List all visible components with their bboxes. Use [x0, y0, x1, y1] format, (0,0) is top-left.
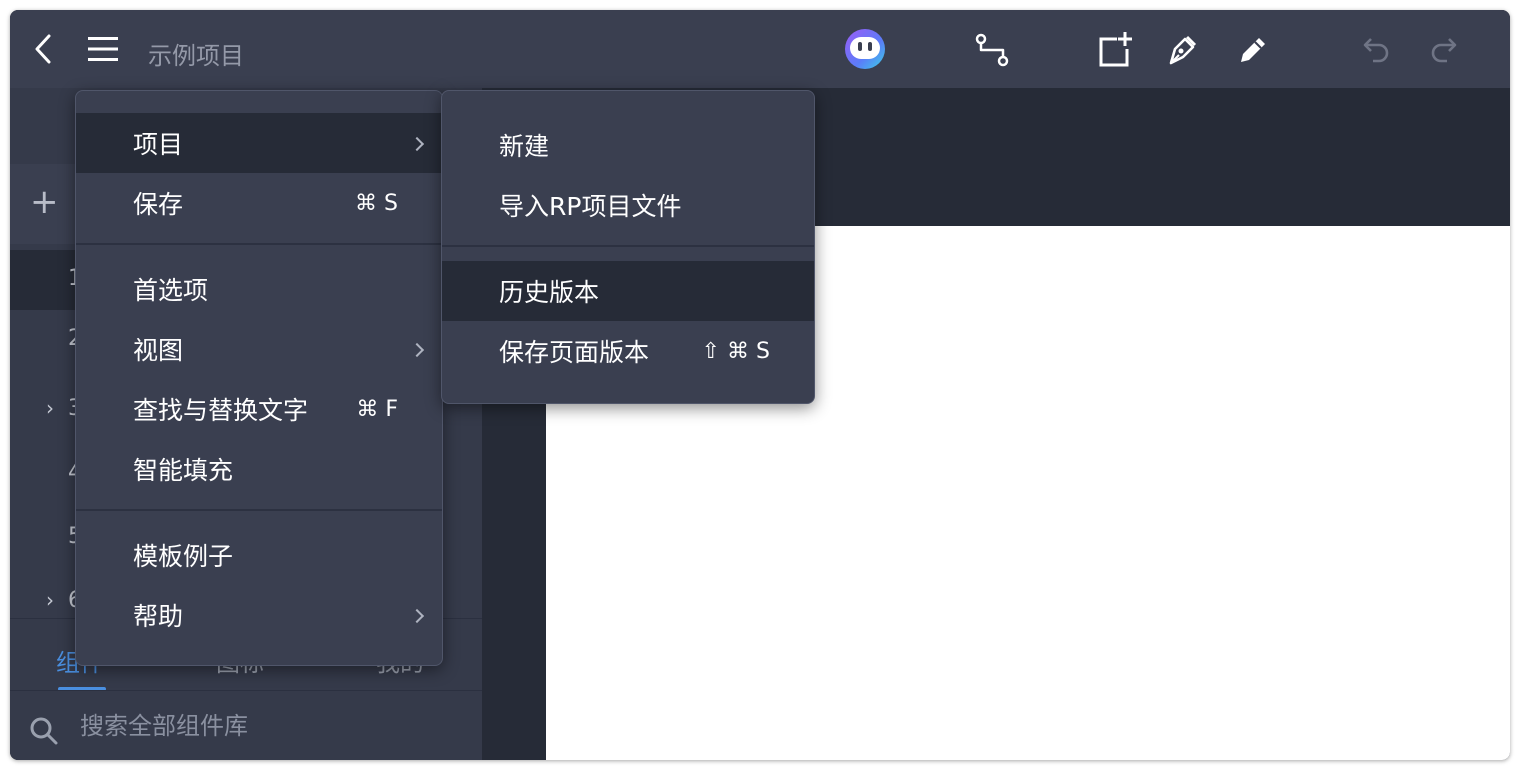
- menu-divider: [76, 243, 442, 245]
- submenu-item-history[interactable]: 历史版本: [442, 261, 814, 321]
- search-input[interactable]: [78, 705, 462, 747]
- menu-divider: [76, 509, 442, 511]
- submenu-item-save-page-version[interactable]: 保存页面版本 ⇧ ⌘ S: [442, 321, 814, 381]
- submenu-item-new[interactable]: 新建: [442, 115, 814, 175]
- main-menu: 项目 保存 ⌘ S 首选项 视图 查找与替换文字 ⌘ F 智能填充 模板例子 帮…: [75, 90, 443, 666]
- menu-item-view[interactable]: 视图: [76, 319, 442, 379]
- menu-item-find-replace[interactable]: 查找与替换文字 ⌘ F: [76, 379, 442, 439]
- top-toolbar: 示例项目: [10, 10, 1510, 88]
- pencil-icon[interactable]: [1236, 32, 1270, 68]
- menu-divider: [442, 245, 814, 247]
- pen-icon[interactable]: [1166, 32, 1200, 68]
- search-icon: [30, 717, 58, 745]
- chevron-right-icon: [409, 608, 425, 624]
- connector-icon[interactable]: [974, 32, 1010, 68]
- app-window: 示例项目 + › › 搜索全部组件库 项目 保存 ⌘ S 首选项 视图 查找与替…: [10, 10, 1510, 760]
- library-search: [10, 690, 482, 760]
- menu-item-smart-fill[interactable]: 智能填充: [76, 439, 442, 499]
- expand-arrow-icon[interactable]: ›: [46, 396, 54, 420]
- menu-icon[interactable]: [86, 32, 120, 66]
- ai-assistant-icon[interactable]: [844, 28, 886, 70]
- menu-item-project[interactable]: 项目: [76, 113, 442, 173]
- menu-item-templates[interactable]: 模板例子: [76, 525, 442, 585]
- project-title[interactable]: 示例项目: [148, 36, 244, 71]
- submenu-item-import-rp[interactable]: 导入RP项目文件: [442, 175, 814, 235]
- add-page-icon[interactable]: [1096, 30, 1134, 68]
- redo-icon[interactable]: [1428, 34, 1460, 64]
- chevron-right-icon: [409, 136, 425, 152]
- project-submenu: 新建 导入RP项目文件 历史版本 保存页面版本 ⇧ ⌘ S: [441, 90, 815, 404]
- back-icon[interactable]: [28, 32, 58, 66]
- undo-icon[interactable]: [1360, 34, 1392, 64]
- menu-item-preferences[interactable]: 首选项: [76, 259, 442, 319]
- chevron-right-icon: [409, 342, 425, 358]
- menu-item-help[interactable]: 帮助: [76, 585, 442, 645]
- add-page-button[interactable]: +: [30, 182, 59, 222]
- menu-item-save[interactable]: 保存 ⌘ S: [76, 173, 442, 233]
- expand-arrow-icon[interactable]: ›: [46, 588, 54, 612]
